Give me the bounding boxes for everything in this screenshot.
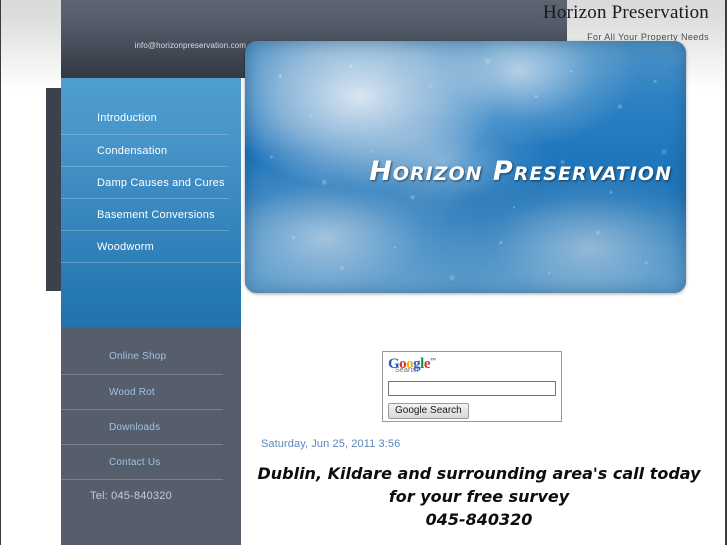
google-logo-tm: ™ xyxy=(430,358,436,364)
header-titles: Horizon Preservation For All Your Proper… xyxy=(543,2,709,43)
banner-logo-text: Horizon Preservation xyxy=(369,156,672,187)
sidebar-telephone: Tel: 045-840320 xyxy=(90,490,172,502)
sidebar-item-wood-rot[interactable]: Wood Rot xyxy=(61,374,223,409)
date-stamp: Saturday, Jun 25, 2011 3:56 xyxy=(261,438,401,450)
sidebar-item-woodworm[interactable]: Woodworm xyxy=(61,230,229,262)
sidebar-item-introduction[interactable]: Introduction xyxy=(61,102,229,134)
promo-message: Dublin, Kildare and surrounding area's c… xyxy=(249,462,709,531)
search-input[interactable] xyxy=(388,381,556,396)
banner-image: Horizon Preservation xyxy=(245,41,686,293)
google-search-widget: Google™ Search Google Search xyxy=(382,351,562,422)
primary-navigation: Introduction Condensation Damp Causes an… xyxy=(61,78,241,327)
primary-nav-list: Introduction Condensation Damp Causes an… xyxy=(61,78,241,263)
promo-line-1: Dublin, Kildare and surrounding area's c… xyxy=(257,464,701,483)
google-search-sublabel: Search xyxy=(395,367,419,374)
sidebar-item-condensation[interactable]: Condensation xyxy=(61,134,229,166)
sidebar: Introduction Condensation Damp Causes an… xyxy=(61,78,241,545)
sidebar-telephone-wrap: Tel: 045-840320 xyxy=(61,479,223,512)
sidebar-item-online-shop[interactable]: Online Shop xyxy=(61,339,223,374)
page-title: Horizon Preservation xyxy=(543,2,709,23)
promo-line-2: for your free survey xyxy=(388,487,570,506)
sidebar-item-damp-causes-and-cures[interactable]: Damp Causes and Cures xyxy=(61,166,229,198)
page-root: Horizon Preservation For All Your Proper… xyxy=(0,0,727,545)
promo-line-3: 045-840320 xyxy=(425,510,533,529)
google-search-button[interactable]: Google Search xyxy=(388,403,469,419)
contact-email[interactable]: info@horizonpreservation.com xyxy=(61,41,246,50)
secondary-navigation: Online Shop Wood Rot Downloads Contact U… xyxy=(61,327,241,545)
sidebar-item-basement-conversions[interactable]: Basement Conversions xyxy=(61,198,229,230)
sidebar-item-downloads[interactable]: Downloads xyxy=(61,409,223,444)
sidebar-item-contact-us[interactable]: Contact Us xyxy=(61,444,223,479)
secondary-nav-list: Online Shop Wood Rot Downloads Contact U… xyxy=(61,327,241,512)
